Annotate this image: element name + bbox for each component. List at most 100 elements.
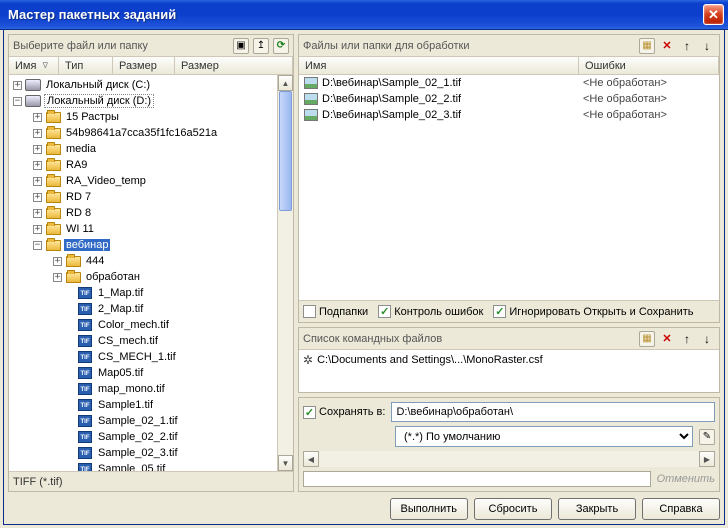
expand-toggle[interactable]: + — [33, 209, 42, 218]
tree-file[interactable]: Sample1.tif — [96, 399, 155, 411]
tree-node[interactable]: RD 7 — [64, 191, 93, 203]
checkbox-icon — [303, 305, 316, 318]
window-title: Мастер пакетных заданий — [8, 7, 703, 22]
tif-icon: TIF — [77, 286, 93, 300]
checkbox-icon: ✓ — [303, 406, 316, 419]
file-browser-status: TIFF (*.tif) — [9, 471, 293, 491]
scroll-down-icon[interactable]: ▼ — [278, 455, 293, 471]
tif-icon: TIF — [77, 382, 93, 396]
gear-icon: ✲ — [303, 353, 313, 367]
window-close-button[interactable]: ✕ — [703, 4, 724, 25]
tree-file[interactable]: Sample_02_1.tif — [96, 415, 180, 427]
tree-node[interactable]: обработан — [84, 271, 142, 283]
subfolders-checkbox[interactable]: Подпапки — [303, 305, 368, 318]
folder-icon — [45, 110, 61, 124]
tree-node[interactable]: 444 — [84, 255, 106, 267]
drive-icon — [25, 94, 41, 108]
list-item[interactable]: D:\вебинар\Sample_02_1.tif <Не обработан… — [299, 75, 719, 91]
tree-node-drive-d[interactable]: Локальный диск (D:) — [44, 94, 154, 108]
tree-node[interactable]: RD 8 — [64, 207, 93, 219]
reset-button[interactable]: Сбросить — [474, 498, 552, 520]
tree-node[interactable]: WI 11 — [64, 223, 96, 235]
tree-file[interactable]: Color_mech.tif — [96, 319, 171, 331]
col-size1[interactable]: Размер — [113, 57, 175, 74]
tree-file[interactable]: Sample_02_2.tif — [96, 431, 180, 443]
expand-toggle[interactable]: + — [33, 177, 42, 186]
add-file-button[interactable]: ▦ — [639, 38, 655, 54]
tif-icon: TIF — [77, 446, 93, 460]
checkbox-icon: ✓ — [378, 305, 391, 318]
tree-file[interactable]: CS_mech.tif — [96, 335, 160, 347]
files-col-errors[interactable]: Ошибки — [579, 57, 719, 74]
script-move-up-button[interactable]: ↑ — [679, 331, 695, 347]
folder-icon — [65, 254, 81, 268]
remove-script-button[interactable]: ✕ — [659, 331, 675, 347]
expand-toggle[interactable]: + — [53, 273, 62, 282]
up-folder-button[interactable]: ↥ — [253, 38, 269, 54]
horizontal-scrollbar[interactable]: ◀ ▶ — [303, 451, 715, 467]
expand-toggle[interactable]: + — [33, 161, 42, 170]
file-tree[interactable]: + Локальный диск (C:) − Локальный диск (D:… — [9, 75, 277, 471]
tree-node-drive-c[interactable]: Локальный диск (C:) — [44, 79, 152, 91]
expand-toggle[interactable]: + — [33, 113, 42, 122]
move-down-button[interactable]: ↓ — [699, 38, 715, 54]
tree-file[interactable]: CS_MECH_1.tif — [96, 351, 178, 363]
expand-toggle[interactable]: + — [33, 129, 42, 138]
files-panel-title: Файлы или папки для обработки — [303, 40, 635, 52]
list-item[interactable]: ✲ C:\Documents and Settings\...\MonoRast… — [303, 353, 715, 367]
image-file-icon — [303, 92, 319, 106]
tree-node[interactable]: 15 Растры — [64, 111, 121, 123]
list-item[interactable]: D:\вебинар\Sample_02_2.tif <Не обработан… — [299, 91, 719, 107]
expand-toggle[interactable]: + — [33, 225, 42, 234]
files-list[interactable]: D:\вебинар\Sample_02_1.tif <Не обработан… — [299, 75, 719, 300]
dialog-buttons: Выполнить Сбросить Закрыть Справка — [8, 496, 720, 520]
scroll-right-icon[interactable]: ▶ — [699, 451, 715, 467]
col-size2[interactable]: Размер — [175, 57, 293, 74]
save-filter-select[interactable]: (*.*) По умолчанию — [395, 426, 693, 447]
save-to-checkbox[interactable]: ✓Сохранять в: — [303, 406, 385, 419]
help-button[interactable]: Справка — [642, 498, 720, 520]
folder-icon — [45, 174, 61, 188]
move-up-button[interactable]: ↑ — [679, 38, 695, 54]
tree-file[interactable]: Sample_05.tif — [96, 463, 167, 471]
expand-toggle[interactable]: − — [33, 241, 42, 250]
tree-node[interactable]: 54b98641a7cca35f1fc16a521a — [64, 127, 219, 139]
expand-toggle[interactable]: + — [53, 257, 62, 266]
files-col-name[interactable]: Имя — [299, 57, 579, 74]
scroll-thumb[interactable] — [279, 91, 292, 211]
tree-file[interactable]: Sample_02_3.tif — [96, 447, 180, 459]
tree-node-vebinar[interactable]: вебинар — [64, 239, 110, 251]
expand-toggle[interactable]: + — [33, 145, 42, 154]
col-type[interactable]: Тип — [59, 57, 113, 74]
save-panel: ✓Сохранять в: (*.*) По умолчанию ✎ ◀ ▶ — [298, 397, 720, 492]
file-browser-columns: Имя ∇ Тип Размер Размер — [9, 57, 293, 75]
col-name[interactable]: Имя ∇ — [9, 57, 59, 74]
tree-node[interactable]: RA9 — [64, 159, 89, 171]
expand-toggle[interactable]: − — [13, 97, 22, 106]
tree-scrollbar[interactable]: ▲ ▼ — [277, 75, 293, 471]
script-move-down-button[interactable]: ↓ — [699, 331, 715, 347]
client-area: Выберите файл или папку ▣ ↥ ⟳ Имя ∇ Тип … — [3, 30, 725, 525]
tree-file[interactable]: Map05.tif — [96, 367, 145, 379]
expand-toggle[interactable]: + — [33, 193, 42, 202]
view-mode-button[interactable]: ▣ — [233, 38, 249, 54]
list-item[interactable]: D:\вебинар\Sample_02_3.tif <Не обработан… — [299, 107, 719, 123]
scroll-left-icon[interactable]: ◀ — [303, 451, 319, 467]
remove-file-button[interactable]: ✕ — [659, 38, 675, 54]
tree-file[interactable]: map_mono.tif — [96, 383, 167, 395]
add-script-button[interactable]: ▦ — [639, 331, 655, 347]
check-errors-checkbox[interactable]: ✓Контроль ошибок — [378, 305, 483, 318]
save-filter-edit-button[interactable]: ✎ — [699, 429, 715, 445]
tree-file[interactable]: 2_Map.tif — [96, 303, 145, 315]
refresh-button[interactable]: ⟳ — [273, 38, 289, 54]
expand-toggle[interactable]: + — [13, 81, 22, 90]
save-path-input[interactable] — [391, 402, 715, 422]
close-button[interactable]: Закрыть — [558, 498, 636, 520]
scroll-up-icon[interactable]: ▲ — [278, 75, 293, 91]
tree-node[interactable]: RA_Video_temp — [64, 175, 148, 187]
run-button[interactable]: Выполнить — [390, 498, 468, 520]
tree-file[interactable]: 1_Map.tif — [96, 287, 145, 299]
scripts-list[interactable]: ✲ C:\Documents and Settings\...\MonoRast… — [299, 350, 719, 392]
ignore-opensave-checkbox[interactable]: ✓Игнорировать Открыть и Сохранить — [493, 305, 693, 318]
tree-node[interactable]: media — [64, 143, 98, 155]
